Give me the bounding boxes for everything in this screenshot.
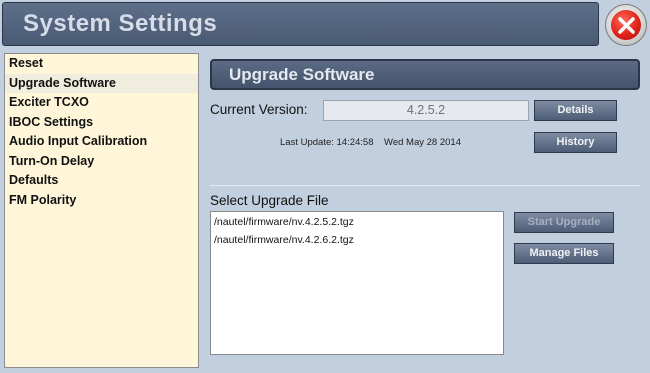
sidebar-item-audio-input-calibration[interactable]: Audio Input Calibration — [5, 132, 198, 152]
section-divider — [210, 185, 640, 186]
sidebar-item-upgrade-software[interactable]: Upgrade Software — [5, 73, 198, 93]
upgrade-file-list[interactable]: /nautel/firmware/nv.4.2.5.2.tgz /nautel/… — [210, 211, 504, 355]
last-update-text: Last Update: 14:24:58 Wed May 28 2014 — [280, 137, 461, 148]
start-upgrade-button[interactable]: Start Upgrade — [514, 212, 614, 233]
close-x-glyph — [618, 17, 635, 34]
sidebar-item-fm-polarity[interactable]: FM Polarity — [5, 191, 198, 211]
sidebar-item-iboc-settings[interactable]: IBOC Settings — [5, 113, 198, 133]
current-version-field: 4.2.5.2 — [323, 100, 529, 121]
sidebar-item-turn-on-delay[interactable]: Turn-On Delay — [5, 152, 198, 172]
sidebar-item-reset[interactable]: Reset — [5, 54, 198, 74]
panel-title: Upgrade Software — [229, 65, 375, 84]
select-upgrade-file-label: Select Upgrade File — [210, 193, 329, 208]
manage-files-button[interactable]: Manage Files — [514, 243, 614, 264]
settings-sidebar: Reset Upgrade Software Exciter TCXO IBOC… — [4, 53, 199, 368]
sidebar-item-exciter-tcxo[interactable]: Exciter TCXO — [5, 93, 198, 113]
current-version-label: Current Version: — [210, 102, 308, 117]
file-list-item[interactable]: /nautel/firmware/nv.4.2.5.2.tgz — [211, 213, 503, 231]
window-title: System Settings — [23, 10, 218, 37]
details-button[interactable]: Details — [534, 100, 617, 121]
file-list-item[interactable]: /nautel/firmware/nv.4.2.6.2.tgz — [211, 231, 503, 249]
title-bar: System Settings — [2, 2, 599, 46]
panel-header: Upgrade Software — [210, 59, 640, 90]
close-button[interactable] — [605, 4, 647, 46]
history-button[interactable]: History — [534, 132, 617, 153]
sidebar-item-defaults[interactable]: Defaults — [5, 171, 198, 191]
